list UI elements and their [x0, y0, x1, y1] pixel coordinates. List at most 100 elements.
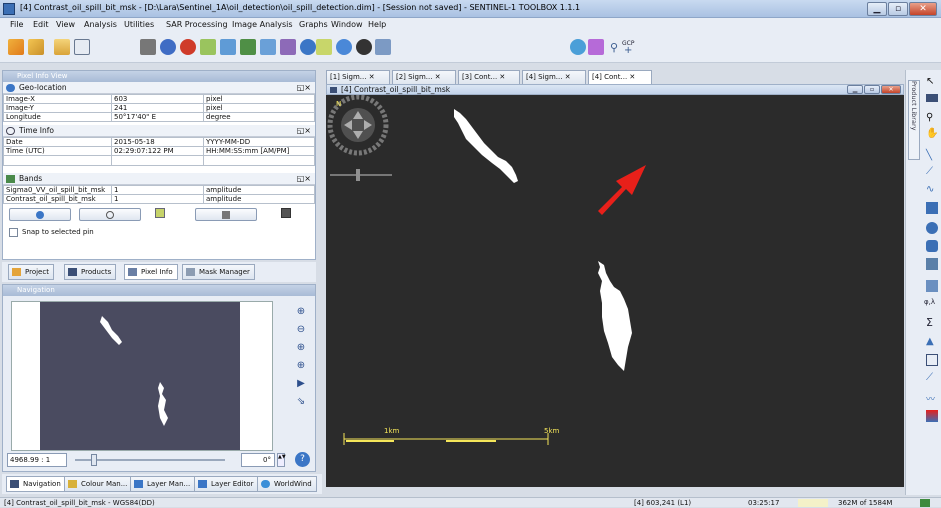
bands-header[interactable]: Bands ◱×: [3, 173, 315, 185]
grid-icon[interactable]: [155, 208, 165, 218]
image-minimize-button[interactable]: ▁: [847, 85, 863, 94]
scale-field[interactable]: 4968.99 : 1: [7, 453, 67, 467]
close-icon[interactable]: ✕: [565, 73, 571, 81]
sync-cursor-button[interactable]: [79, 208, 141, 221]
scatter-icon[interactable]: [280, 39, 296, 55]
doc-tab-1[interactable]: [1] Sigm... ✕: [326, 70, 390, 84]
zoom-tool-icon[interactable]: ⚲: [926, 112, 938, 124]
tab-mask-manager[interactable]: Mask Manager: [182, 264, 255, 280]
ellipse-tool-icon[interactable]: [926, 222, 938, 234]
doc-tab-3[interactable]: [3] Cont... ✕: [458, 70, 520, 84]
menu-sar-processing[interactable]: SAR Processing: [166, 20, 228, 29]
sync-views-icon[interactable]: ▶: [293, 375, 309, 393]
reproject-icon[interactable]: [200, 39, 216, 55]
zoom-slider-track[interactable]: [75, 459, 225, 461]
histogram-icon[interactable]: [300, 39, 316, 55]
tab-layer-manager[interactable]: Layer Man...: [130, 476, 196, 492]
polyline-tool-icon[interactable]: ⟋: [926, 166, 938, 178]
range-finder-icon[interactable]: [926, 94, 938, 102]
spectrum-icon[interactable]: [260, 39, 276, 55]
geo-location-header[interactable]: Geo-location ◱×: [3, 82, 315, 94]
menu-graphs[interactable]: Graphs: [299, 20, 328, 29]
settings-icon[interactable]: [570, 39, 586, 55]
histogram-tool-icon[interactable]: ▲: [926, 336, 938, 348]
pin-icon[interactable]: [356, 39, 372, 55]
rectangle-tool-icon[interactable]: [926, 202, 938, 214]
menu-analysis[interactable]: Analysis: [84, 20, 117, 29]
sync-cursor-icon[interactable]: ⇘: [293, 393, 309, 411]
menu-image-analysis[interactable]: Image Analysis: [232, 20, 293, 29]
band-maths-icon[interactable]: [140, 39, 156, 55]
gcp-tool-sidebar-icon[interactable]: [926, 280, 938, 292]
profile-plot-icon[interactable]: ⟋: [926, 372, 938, 384]
tab-products[interactable]: Products: [64, 264, 117, 280]
menu-utilities[interactable]: Utilities: [124, 20, 154, 29]
world-map-icon[interactable]: [336, 39, 352, 55]
spectrum-tool-icon[interactable]: 〰: [926, 392, 938, 405]
menu-file[interactable]: File: [10, 20, 23, 29]
nav-control-overlay[interactable]: [327, 94, 392, 181]
zoom-out-icon[interactable]: ⊖: [293, 321, 309, 339]
zoom-pixel-icon[interactable]: ⊕: [293, 339, 309, 357]
tab-layer-editor[interactable]: Layer Editor: [194, 476, 259, 492]
menu-window[interactable]: Window: [331, 20, 363, 29]
flag-icon[interactable]: [926, 410, 938, 422]
doc-tab-5[interactable]: [4] Cont... ✕: [588, 70, 652, 84]
restore-icon[interactable]: ◱×: [297, 82, 311, 94]
time-info-header[interactable]: Time Info ◱×: [3, 125, 315, 137]
open-session-icon[interactable]: [28, 39, 44, 55]
pan-tool-icon[interactable]: ✋: [926, 128, 938, 140]
sigma-icon[interactable]: Σ: [926, 316, 938, 329]
pin-tool-icon[interactable]: [926, 258, 938, 270]
close-icon[interactable]: ✕: [369, 73, 375, 81]
restore-icon[interactable]: ◱×: [297, 173, 311, 185]
close-icon[interactable]: ✕: [499, 73, 505, 81]
tab-pixel-info[interactable]: Pixel Info: [124, 264, 178, 280]
zoom-all-icon[interactable]: ⊕: [293, 357, 309, 375]
close-icon[interactable]: ✕: [629, 73, 635, 81]
select-tool-icon[interactable]: ↖: [926, 76, 938, 88]
magic-wand-icon[interactable]: [926, 240, 938, 252]
tab-navigation[interactable]: Navigation: [6, 476, 66, 492]
rotation-field[interactable]: 0°: [241, 453, 275, 467]
help-icon[interactable]: ?: [295, 452, 310, 467]
doc-tab-2[interactable]: [2] Sigm... ✕: [392, 70, 456, 84]
snap-checkbox[interactable]: [9, 228, 18, 237]
close-button[interactable]: ✕: [909, 2, 937, 16]
save-icon[interactable]: [74, 39, 90, 55]
image-restore-button[interactable]: ▫: [864, 85, 880, 94]
menu-edit[interactable]: Edit: [33, 20, 49, 29]
close-icon[interactable]: ✕: [435, 73, 441, 81]
polygon-tool-icon[interactable]: ∿: [926, 184, 938, 196]
tab-colour-manipulation[interactable]: Colour Man...: [64, 476, 133, 492]
tools-icon[interactable]: [588, 39, 604, 55]
zoom-slider-thumb[interactable]: [91, 454, 97, 466]
layers-icon[interactable]: [375, 39, 391, 55]
hide-pixel-info-button[interactable]: [9, 208, 71, 221]
image-view[interactable]: N 1km 5km: [326, 94, 904, 487]
profile-icon[interactable]: [316, 39, 332, 55]
scatter-plot-icon[interactable]: [926, 354, 938, 366]
new-session-icon[interactable]: [8, 39, 24, 55]
subset-icon[interactable]: [160, 39, 176, 55]
batch-icon[interactable]: [240, 39, 256, 55]
rotation-spinner[interactable]: ▲▼: [277, 453, 286, 467]
minimize-button[interactable]: ▁: [867, 2, 887, 16]
maximize-button[interactable]: ▫: [888, 2, 908, 16]
product-library-tab[interactable]: Product Library: [908, 80, 920, 160]
refresh-button[interactable]: [195, 208, 257, 221]
filter-icon[interactable]: [180, 39, 196, 55]
gcp-tool-icon[interactable]: ⚲: [610, 41, 618, 54]
menu-help[interactable]: Help: [368, 20, 386, 29]
phi-lambda-icon[interactable]: φ,λ: [924, 298, 936, 310]
open-product-icon[interactable]: [54, 39, 70, 55]
zoom-slider-overlay-thumb[interactable]: [356, 169, 360, 181]
navigation-overview[interactable]: [11, 301, 273, 451]
restore-icon[interactable]: ◱×: [297, 125, 311, 137]
line-tool-icon[interactable]: ╲: [926, 150, 938, 162]
floppy-icon[interactable]: [281, 208, 291, 218]
graph-builder-icon[interactable]: [220, 39, 236, 55]
image-close-button[interactable]: ✕: [881, 85, 901, 94]
doc-tab-4[interactable]: [4] Sigm... ✕: [522, 70, 586, 84]
menu-view[interactable]: View: [56, 20, 75, 29]
